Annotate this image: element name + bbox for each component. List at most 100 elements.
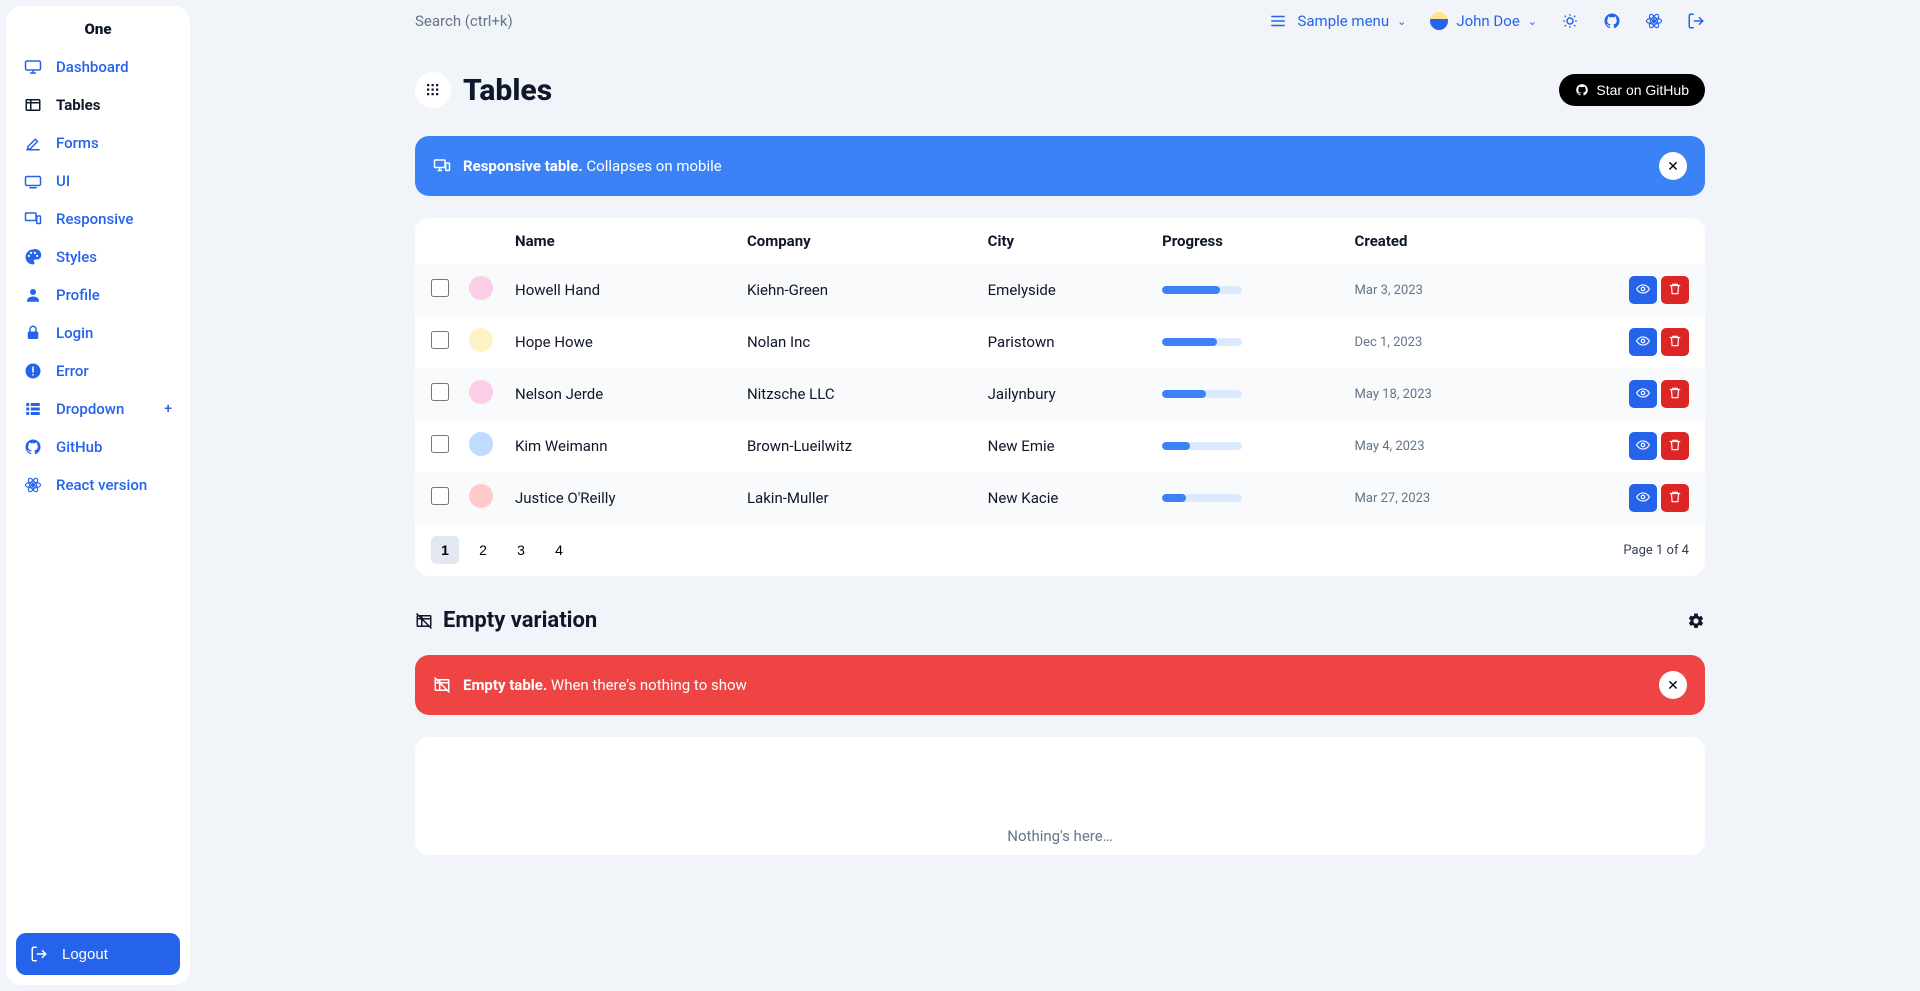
cell-progress [1152, 420, 1344, 472]
notification-responsive: Responsive table. Collapses on mobile ✕ [415, 136, 1705, 196]
section-header-empty: Empty variation [415, 608, 1705, 633]
row-checkbox[interactable] [431, 383, 449, 401]
search-input[interactable]: Search (ctrl+k) [415, 12, 1245, 30]
sidebar-item-label: Profile [56, 286, 100, 304]
sidebar-item-label: Login [56, 324, 93, 342]
cell-created: Dec 1, 2023 [1345, 316, 1532, 368]
cell-city: Jailynbury [978, 368, 1152, 420]
table-icon [24, 96, 42, 114]
notification-text: Responsive table. Collapses on mobile [463, 157, 722, 175]
topbar: Search (ctrl+k) Sample menu ⌄ John Doe ⌄ [200, 0, 1920, 42]
logout-icon[interactable] [1687, 12, 1705, 30]
cell-created: May 18, 2023 [1345, 368, 1532, 420]
chevron-down-icon: ⌄ [1528, 15, 1537, 28]
star-label: Star on GitHub [1596, 82, 1689, 98]
eye-icon [1636, 386, 1650, 403]
chevron-down-icon: ⌄ [1397, 15, 1406, 28]
eye-icon [1636, 282, 1650, 299]
sidebar-item-label: UI [56, 172, 70, 190]
sidebar-item-login[interactable]: Login [6, 314, 190, 352]
sidebar-item-label: Responsive [56, 210, 133, 228]
sidebar-item-ui[interactable]: UI [6, 162, 190, 200]
cell-company: Lakin-Muller [737, 472, 978, 524]
table-row: Nelson JerdeNitzsche LLCJailynburyMay 18… [415, 368, 1705, 420]
avatar [469, 432, 493, 456]
sidebar-item-label: Tables [56, 96, 100, 114]
delete-button[interactable] [1661, 432, 1689, 460]
empty-text: Nothing's here… [1007, 827, 1112, 845]
cell-name: Howell Hand [505, 264, 737, 316]
sidebar-item-label: Styles [56, 248, 97, 266]
palette-icon [24, 248, 42, 266]
view-button[interactable] [1629, 328, 1657, 356]
page-button-3[interactable]: 3 [507, 536, 535, 564]
close-button[interactable]: ✕ [1659, 152, 1687, 180]
page-button-2[interactable]: 2 [469, 536, 497, 564]
delete-button[interactable] [1661, 484, 1689, 512]
cell-name: Hope Howe [505, 316, 737, 368]
star-github-button[interactable]: Star on GitHub [1559, 74, 1705, 106]
sidebar-item-label: Forms [56, 134, 99, 152]
eye-icon [1636, 490, 1650, 507]
view-button[interactable] [1629, 484, 1657, 512]
delete-button[interactable] [1661, 328, 1689, 356]
sidebar-item-github[interactable]: GitHub [6, 428, 190, 466]
sidebar-item-forms[interactable]: Forms [6, 124, 190, 162]
sidebar-item-responsive[interactable]: Responsive [6, 200, 190, 238]
th-created: Created [1345, 218, 1532, 264]
page-button-1[interactable]: 1 [431, 536, 459, 564]
edit-icon [24, 134, 42, 152]
row-checkbox[interactable] [431, 331, 449, 349]
trash-icon [1668, 386, 1682, 403]
clients-table-card: Name Company City Progress Created Howel… [415, 218, 1705, 576]
table-row: Kim WeimannBrown-LueilwitzNew EmieMay 4,… [415, 420, 1705, 472]
sidebar-item-profile[interactable]: Profile [6, 276, 190, 314]
th-company: Company [737, 218, 978, 264]
theme-toggle-icon[interactable] [1561, 12, 1579, 30]
sidebar-item-dashboard[interactable]: Dashboard [6, 48, 190, 86]
sidebar-item-tables[interactable]: Tables [6, 86, 190, 124]
sample-menu-dropdown[interactable]: Sample menu ⌄ [1269, 12, 1406, 30]
menu-icon [1269, 12, 1287, 30]
view-button[interactable] [1629, 276, 1657, 304]
monitor-icon [24, 58, 42, 76]
user-menu-dropdown[interactable]: John Doe ⌄ [1430, 12, 1537, 30]
logout-icon [30, 945, 48, 963]
view-button[interactable] [1629, 380, 1657, 408]
close-button[interactable]: ✕ [1659, 671, 1687, 699]
row-checkbox[interactable] [431, 487, 449, 505]
sidebar-item-react-version[interactable]: React version [6, 466, 190, 504]
sidebar-item-styles[interactable]: Styles [6, 238, 190, 276]
github-icon[interactable] [1603, 12, 1621, 30]
sidebar-item-dropdown[interactable]: Dropdown+ [6, 390, 190, 428]
row-checkbox[interactable] [431, 279, 449, 297]
cell-progress [1152, 264, 1344, 316]
sample-menu-label: Sample menu [1297, 12, 1389, 30]
delete-button[interactable] [1661, 276, 1689, 304]
page-button-4[interactable]: 4 [545, 536, 573, 564]
th-name: Name [505, 218, 737, 264]
avatar [469, 276, 493, 300]
react-icon[interactable] [1645, 12, 1663, 30]
notification-text: Empty table. When there's nothing to sho… [463, 676, 747, 694]
table-row: Hope HoweNolan IncParistownDec 1, 2023 [415, 316, 1705, 368]
trash-icon [1668, 334, 1682, 351]
row-checkbox[interactable] [431, 435, 449, 453]
cell-created: Mar 3, 2023 [1345, 264, 1532, 316]
pagination: 1234 Page 1 of 4 [415, 524, 1705, 576]
avatar [469, 328, 493, 352]
gear-icon[interactable] [1687, 612, 1705, 630]
logout-button[interactable]: Logout [16, 933, 180, 975]
clients-table: Name Company City Progress Created Howel… [415, 218, 1705, 524]
sidebar-item-error[interactable]: Error [6, 352, 190, 390]
empty-section-title: Empty variation [443, 608, 597, 633]
plus-icon: + [164, 401, 172, 417]
view-button[interactable] [1629, 432, 1657, 460]
page-header: Tables Star on GitHub [415, 72, 1705, 108]
avatar [469, 484, 493, 508]
delete-button[interactable] [1661, 380, 1689, 408]
table-row: Howell HandKiehn-GreenEmelysideMar 3, 20… [415, 264, 1705, 316]
table-off-icon [415, 612, 433, 630]
brand: One [6, 6, 190, 48]
cell-company: Nolan Inc [737, 316, 978, 368]
